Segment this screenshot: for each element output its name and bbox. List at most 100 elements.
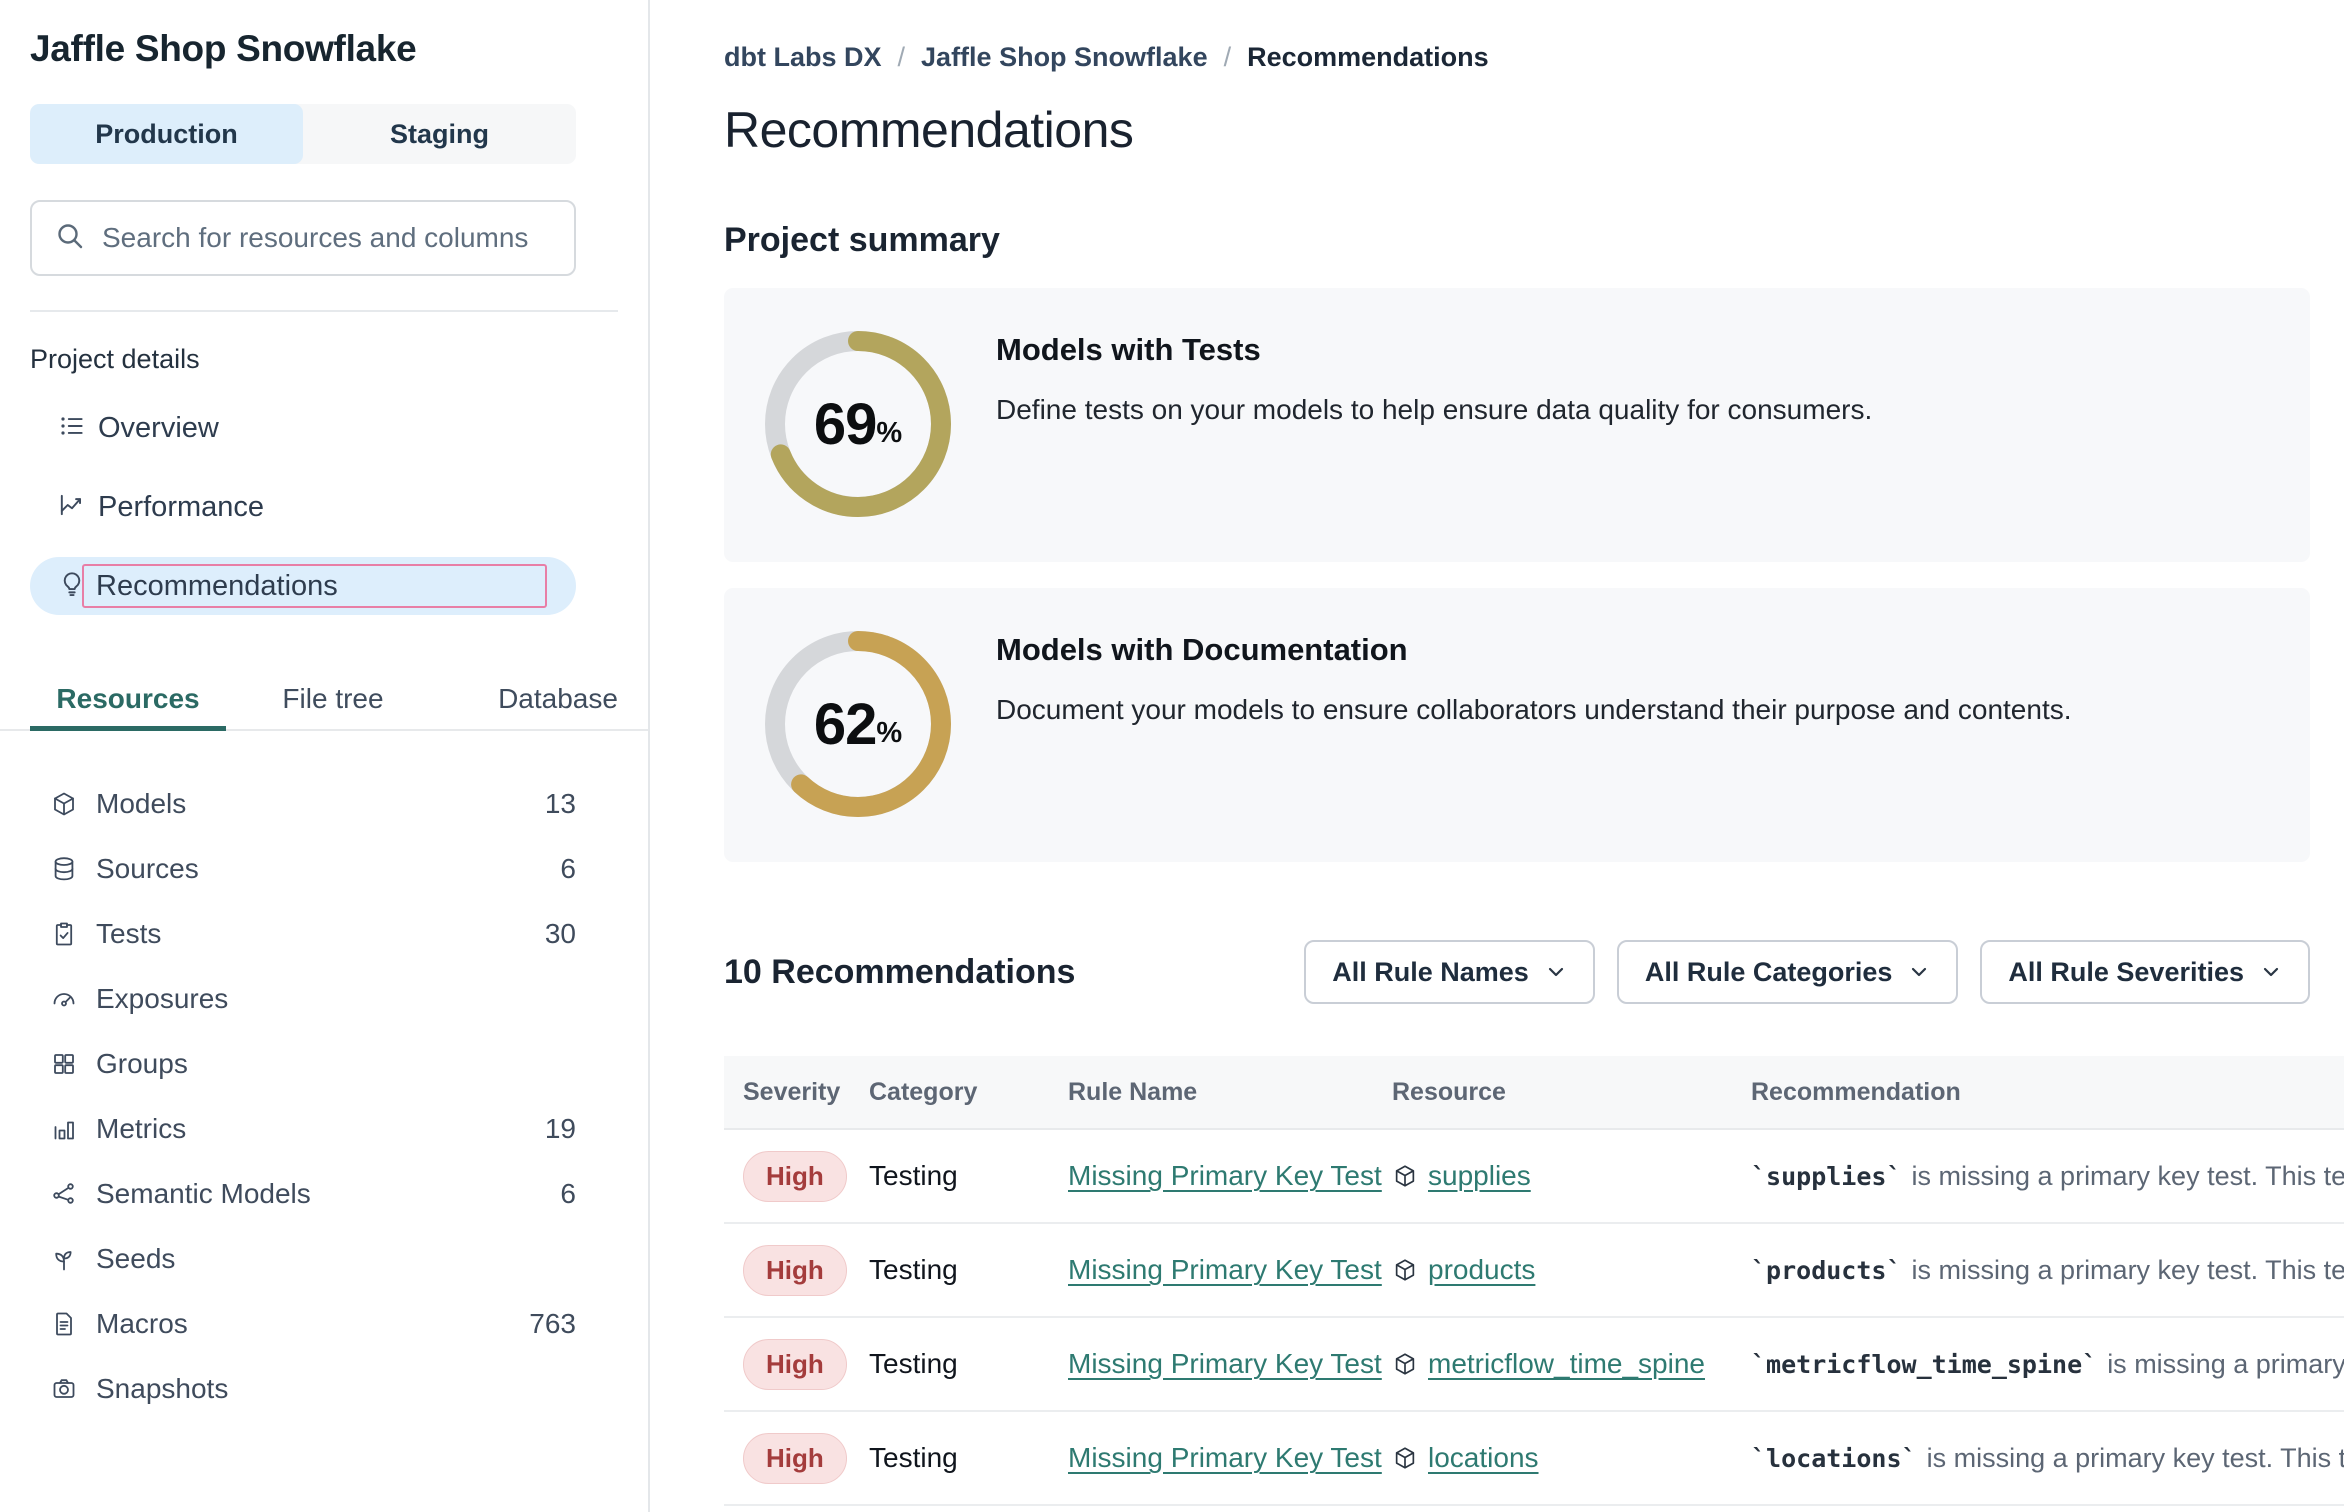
tab-file-tree[interactable]: File tree <box>268 683 398 729</box>
filter-rule-severities[interactable]: All Rule Severities <box>1980 940 2310 1004</box>
recommendation-text: is missing a primary key test. This test <box>1912 1255 2344 1285</box>
project-title: Jaffle Shop Snowflake <box>30 28 576 70</box>
resource-tabs: Resources File tree Database <box>0 679 648 731</box>
severity-badge: High <box>743 1245 847 1296</box>
sidebar-divider <box>30 310 618 312</box>
breadcrumb-project[interactable]: Jaffle Shop Snowflake <box>921 42 1208 73</box>
resource-label: Exposures <box>96 983 228 1015</box>
sidebar: Jaffle Shop Snowflake Production Staging… <box>0 0 650 1512</box>
card-title: Models with Documentation <box>996 632 2072 668</box>
percent-unit: % <box>876 417 902 450</box>
resource-item-tests[interactable]: Tests 30 <box>0 901 648 966</box>
resource-item-semantic-models[interactable]: Semantic Models 6 <box>0 1161 648 1226</box>
filter-label: All Rule Categories <box>1645 957 1893 988</box>
resource-label: Metrics <box>96 1113 186 1145</box>
resource-label: Tests <box>96 918 161 950</box>
resource-code: `locations` <box>1751 1444 1917 1473</box>
table-row: High Testing Missing Primary Key Test pr… <box>724 1224 2344 1318</box>
rule-name-link[interactable]: Missing Primary Key Test <box>1068 1442 1382 1473</box>
recommendation-text: is missing a primary key test. This tes <box>1927 1443 2344 1473</box>
resource-item-models[interactable]: Models 13 <box>0 771 648 836</box>
resource-link[interactable]: products <box>1428 1254 1535 1286</box>
donut-chart-tests: 69 % <box>765 331 951 517</box>
resource-code: `metricflow_time_spine` <box>1751 1350 2097 1379</box>
tab-database[interactable]: Database <box>484 683 632 729</box>
resource-label: Semantic Models <box>96 1178 311 1210</box>
column-category: Category <box>869 1078 1068 1107</box>
cube-icon <box>1392 1351 1418 1377</box>
resource-item-seeds[interactable]: Seeds <box>0 1226 648 1291</box>
filter-rule-categories[interactable]: All Rule Categories <box>1617 940 1959 1004</box>
database-icon <box>50 855 78 883</box>
cube-icon <box>1392 1445 1418 1471</box>
category-cell: Testing <box>869 1348 1068 1380</box>
filter-label: All Rule Names <box>1332 957 1529 988</box>
focus-ring: Recommendations <box>82 564 547 608</box>
resource-item-sources[interactable]: Sources 6 <box>0 836 648 901</box>
resource-label: Models <box>96 788 186 820</box>
filter-label: All Rule Severities <box>2008 957 2244 988</box>
card-description: Document your models to ensure collabora… <box>996 694 2072 726</box>
resource-count: 13 <box>545 788 576 820</box>
cube-icon <box>1392 1163 1418 1189</box>
chart-icon <box>57 490 87 525</box>
sidebar-nav: Overview Performance Recommendations <box>0 399 648 615</box>
sidebar-item-overview[interactable]: Overview <box>30 399 576 457</box>
breadcrumb-dbt-labs-dx[interactable]: dbt Labs DX <box>724 42 882 73</box>
filter-rule-names[interactable]: All Rule Names <box>1304 940 1595 1004</box>
cube-icon <box>50 790 78 818</box>
resource-label: Snapshots <box>96 1373 228 1405</box>
percent-value: 62 <box>814 691 877 758</box>
recommendations-count-heading: 10 Recommendations <box>724 953 1075 992</box>
recommendation-cell: `supplies`is missing a primary key test.… <box>1751 1161 2344 1192</box>
sidebar-item-performance[interactable]: Performance <box>30 478 576 536</box>
donut-chart-documentation: 62 % <box>765 631 951 817</box>
search-input[interactable] <box>102 222 552 254</box>
breadcrumb-current: Recommendations <box>1247 42 1489 73</box>
column-resource: Resource <box>1392 1078 1751 1107</box>
camera-icon <box>50 1375 78 1403</box>
sidebar-item-recommendations[interactable]: Recommendations <box>30 557 576 615</box>
rule-name-link[interactable]: Missing Primary Key Test <box>1068 1254 1382 1285</box>
percent-value: 69 <box>814 391 877 458</box>
card-title: Models with Tests <box>996 332 1872 368</box>
resource-count: 6 <box>560 853 576 885</box>
tab-resources[interactable]: Resources <box>30 683 226 731</box>
resource-link[interactable]: metricflow_time_spine <box>1428 1348 1705 1380</box>
recommendation-cell: `locations` is missing a primary key test… <box>1751 1443 2344 1474</box>
resource-link[interactable]: locations <box>1428 1442 1539 1474</box>
resource-link[interactable]: supplies <box>1428 1160 1531 1192</box>
resource-label: Groups <box>96 1048 188 1080</box>
table-row: High Testing Missing Primary Key Test lo… <box>724 1412 2344 1506</box>
resource-list: Models 13 Sources 6 Tests 30 <box>0 771 648 1421</box>
rule-name-link[interactable]: Missing Primary Key Test <box>1068 1160 1382 1191</box>
resource-item-macros[interactable]: Macros 763 <box>0 1291 648 1356</box>
gauge-icon <box>50 985 78 1013</box>
summary-card-documentation: 62 % Models with Documentation Document … <box>724 588 2310 862</box>
severity-badge: High <box>743 1433 847 1484</box>
page-title: Recommendations <box>724 101 2344 159</box>
resource-item-metrics[interactable]: Metrics 19 <box>0 1096 648 1161</box>
chevron-down-icon <box>1545 961 1567 983</box>
card-description: Define tests on your models to help ensu… <box>996 394 1872 426</box>
recommendation-text: is missing a primary key test. This test <box>1912 1161 2344 1191</box>
tab-production[interactable]: Production <box>30 104 303 164</box>
rule-name-link[interactable]: Missing Primary Key Test <box>1068 1348 1382 1379</box>
share-network-icon <box>50 1180 78 1208</box>
resource-count: 30 <box>545 918 576 950</box>
table-header: Severity Category Rule Name Resource Rec… <box>724 1056 2344 1130</box>
tab-staging[interactable]: Staging <box>303 104 576 164</box>
environment-switcher: Production Staging <box>30 104 576 164</box>
search-box[interactable] <box>30 200 576 276</box>
search-icon <box>54 220 102 257</box>
sidebar-item-label: Recommendations <box>96 570 338 603</box>
resource-item-exposures[interactable]: Exposures <box>0 966 648 1031</box>
resource-item-snapshots[interactable]: Snapshots <box>0 1356 648 1421</box>
chevron-down-icon <box>2260 961 2282 983</box>
resource-count: 19 <box>545 1113 576 1145</box>
clipboard-check-icon <box>50 920 78 948</box>
resource-label: Seeds <box>96 1243 175 1275</box>
resource-item-groups[interactable]: Groups <box>0 1031 648 1096</box>
breadcrumb-separator: / <box>1224 42 1232 73</box>
recommendation-cell: `products`is missing a primary key test.… <box>1751 1255 2344 1286</box>
